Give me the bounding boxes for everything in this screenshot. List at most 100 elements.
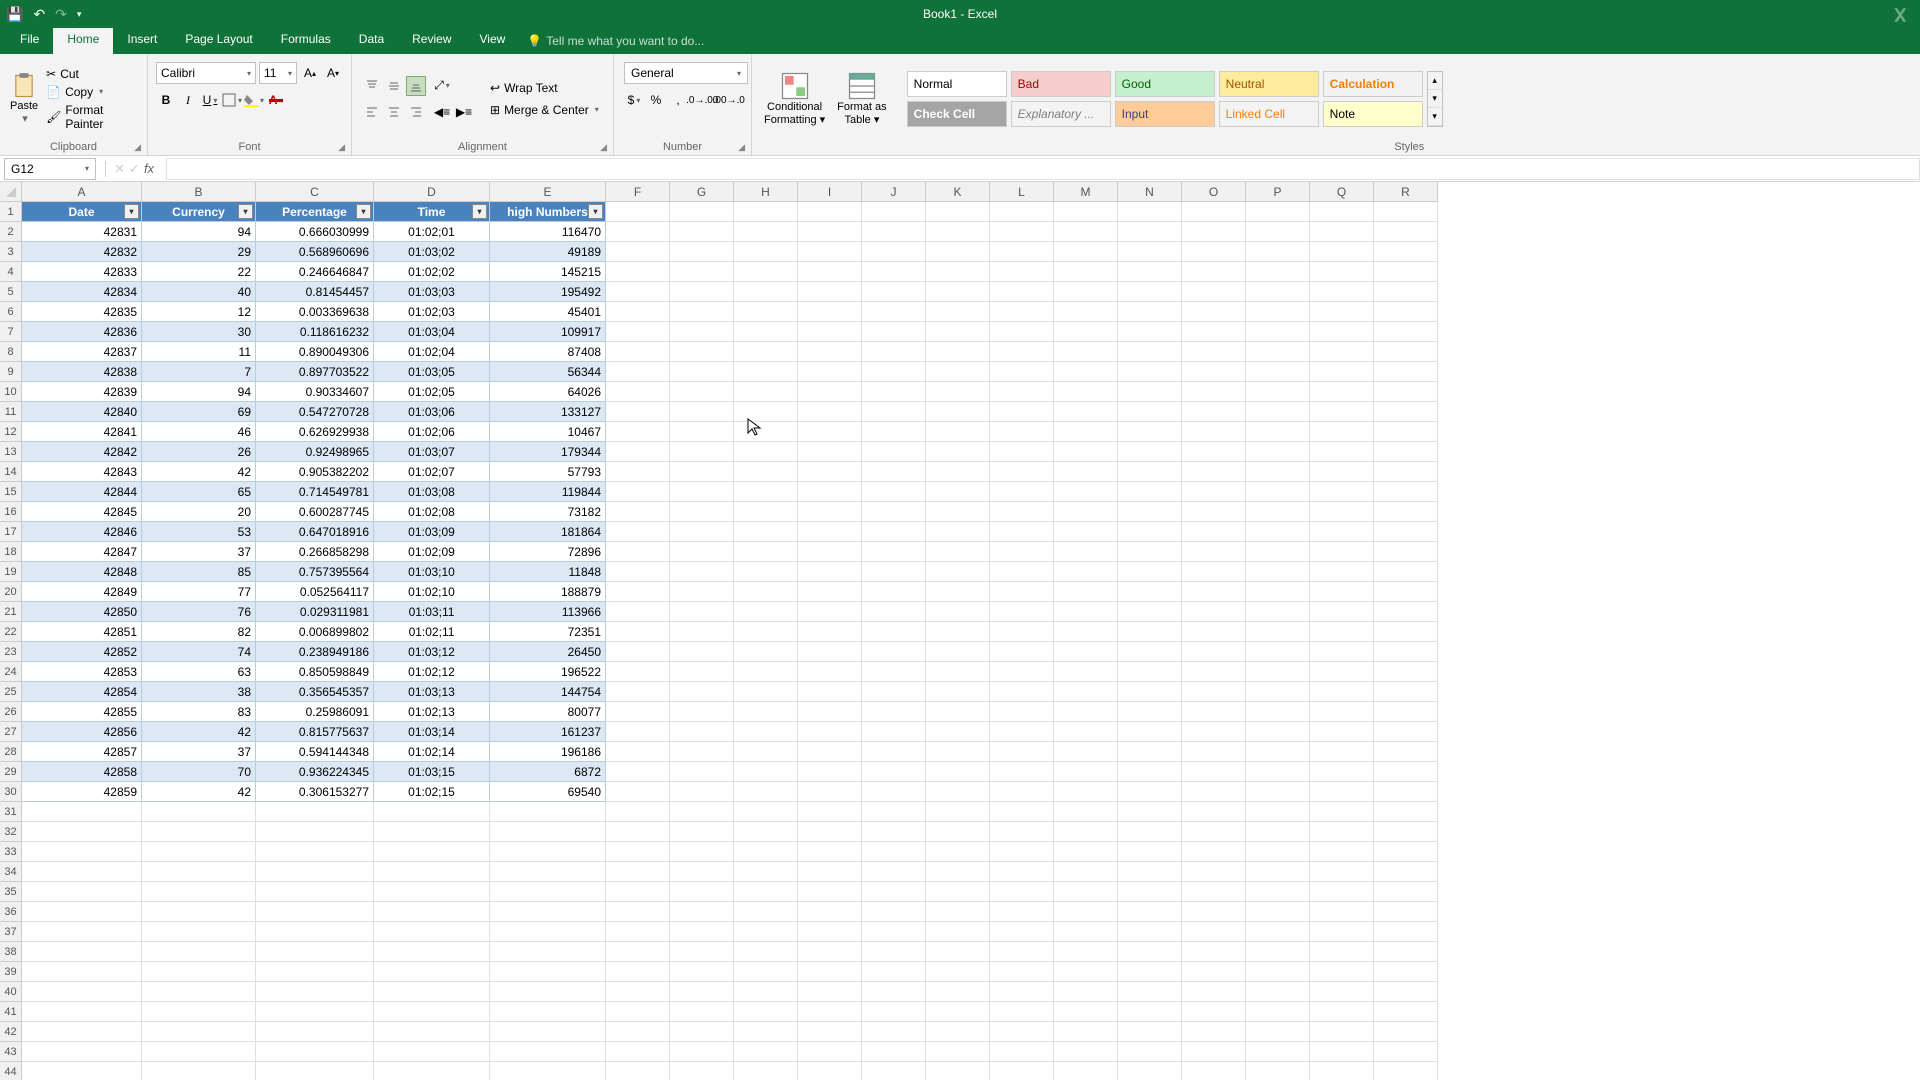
filter-button-B[interactable] <box>238 204 253 219</box>
bold-button[interactable]: B <box>156 90 176 110</box>
cell-K2[interactable] <box>926 222 990 242</box>
cell-H35[interactable] <box>734 882 798 902</box>
row-header-32[interactable]: 32 <box>0 822 22 842</box>
cell-C28[interactable]: 0.594144348 <box>256 742 374 762</box>
cell-M28[interactable] <box>1054 742 1118 762</box>
cell-F28[interactable] <box>606 742 670 762</box>
cell-R25[interactable] <box>1374 682 1438 702</box>
cell-J2[interactable] <box>862 222 926 242</box>
cell-A34[interactable] <box>22 862 142 882</box>
cell-I9[interactable] <box>798 362 862 382</box>
cell-H12[interactable] <box>734 422 798 442</box>
cell-Q24[interactable] <box>1310 662 1374 682</box>
cell-B35[interactable] <box>142 882 256 902</box>
cell-I12[interactable] <box>798 422 862 442</box>
tab-insert[interactable]: Insert <box>113 28 171 54</box>
cell-Q41[interactable] <box>1310 1002 1374 1022</box>
font-size-combo[interactable]: 11▾ <box>259 62 297 84</box>
cell-D30[interactable]: 01:02;15 <box>374 782 490 802</box>
cell-K12[interactable] <box>926 422 990 442</box>
cell-N4[interactable] <box>1118 262 1182 282</box>
cell-D5[interactable]: 01:03;03 <box>374 282 490 302</box>
cell-O41[interactable] <box>1182 1002 1246 1022</box>
cell-F34[interactable] <box>606 862 670 882</box>
cell-K22[interactable] <box>926 622 990 642</box>
cell-N33[interactable] <box>1118 842 1182 862</box>
cell-D33[interactable] <box>374 842 490 862</box>
cell-K10[interactable] <box>926 382 990 402</box>
column-header-I[interactable]: I <box>798 182 862 202</box>
cell-J28[interactable] <box>862 742 926 762</box>
cell-M38[interactable] <box>1054 942 1118 962</box>
cell-M27[interactable] <box>1054 722 1118 742</box>
cell-F16[interactable] <box>606 502 670 522</box>
filter-button-E[interactable] <box>588 204 603 219</box>
cell-G18[interactable] <box>670 542 734 562</box>
number-dialog-launcher[interactable]: ◢ <box>738 142 745 153</box>
cell-N8[interactable] <box>1118 342 1182 362</box>
cell-J39[interactable] <box>862 962 926 982</box>
cell-L40[interactable] <box>990 982 1054 1002</box>
cell-N13[interactable] <box>1118 442 1182 462</box>
cell-D1[interactable]: Time <box>374 202 490 222</box>
column-header-D[interactable]: D <box>374 182 490 202</box>
cell-H23[interactable] <box>734 642 798 662</box>
cell-I16[interactable] <box>798 502 862 522</box>
cell-Q10[interactable] <box>1310 382 1374 402</box>
row-header-6[interactable]: 6 <box>0 302 22 322</box>
cell-M12[interactable] <box>1054 422 1118 442</box>
cell-M4[interactable] <box>1054 262 1118 282</box>
cell-D8[interactable]: 01:02;04 <box>374 342 490 362</box>
cell-L22[interactable] <box>990 622 1054 642</box>
cell-R8[interactable] <box>1374 342 1438 362</box>
cell-Q40[interactable] <box>1310 982 1374 1002</box>
cell-Q37[interactable] <box>1310 922 1374 942</box>
qat-customize-icon[interactable]: ▾ <box>77 9 82 20</box>
cell-G35[interactable] <box>670 882 734 902</box>
tab-data[interactable]: Data <box>345 28 398 54</box>
cell-I11[interactable] <box>798 402 862 422</box>
cell-Q32[interactable] <box>1310 822 1374 842</box>
cell-F6[interactable] <box>606 302 670 322</box>
cell-A17[interactable]: 42846 <box>22 522 142 542</box>
cell-Q39[interactable] <box>1310 962 1374 982</box>
cell-F7[interactable] <box>606 322 670 342</box>
cell-C21[interactable]: 0.029311981 <box>256 602 374 622</box>
cell-M14[interactable] <box>1054 462 1118 482</box>
cell-R9[interactable] <box>1374 362 1438 382</box>
cell-M23[interactable] <box>1054 642 1118 662</box>
row-header-25[interactable]: 25 <box>0 682 22 702</box>
cell-H2[interactable] <box>734 222 798 242</box>
cell-N25[interactable] <box>1118 682 1182 702</box>
cell-B31[interactable] <box>142 802 256 822</box>
cell-F35[interactable] <box>606 882 670 902</box>
cell-E21[interactable]: 113966 <box>490 602 606 622</box>
cell-O9[interactable] <box>1182 362 1246 382</box>
cell-C44[interactable] <box>256 1062 374 1080</box>
font-color-button[interactable]: A▾ <box>266 90 286 110</box>
cell-B14[interactable]: 42 <box>142 462 256 482</box>
cell-E4[interactable]: 145215 <box>490 262 606 282</box>
cell-H11[interactable] <box>734 402 798 422</box>
cell-A10[interactable]: 42839 <box>22 382 142 402</box>
row-header-39[interactable]: 39 <box>0 962 22 982</box>
cell-D36[interactable] <box>374 902 490 922</box>
cell-M33[interactable] <box>1054 842 1118 862</box>
cell-O32[interactable] <box>1182 822 1246 842</box>
cell-P40[interactable] <box>1246 982 1310 1002</box>
cell-K6[interactable] <box>926 302 990 322</box>
formula-bar[interactable] <box>166 158 1920 180</box>
cell-H38[interactable] <box>734 942 798 962</box>
cell-A5[interactable]: 42834 <box>22 282 142 302</box>
cell-B29[interactable]: 70 <box>142 762 256 782</box>
row-header-14[interactable]: 14 <box>0 462 22 482</box>
cell-J31[interactable] <box>862 802 926 822</box>
cell-A29[interactable]: 42858 <box>22 762 142 782</box>
cell-Q34[interactable] <box>1310 862 1374 882</box>
cell-E28[interactable]: 196186 <box>490 742 606 762</box>
cell-F4[interactable] <box>606 262 670 282</box>
cell-Q22[interactable] <box>1310 622 1374 642</box>
cell-P28[interactable] <box>1246 742 1310 762</box>
cell-C32[interactable] <box>256 822 374 842</box>
cell-H18[interactable] <box>734 542 798 562</box>
